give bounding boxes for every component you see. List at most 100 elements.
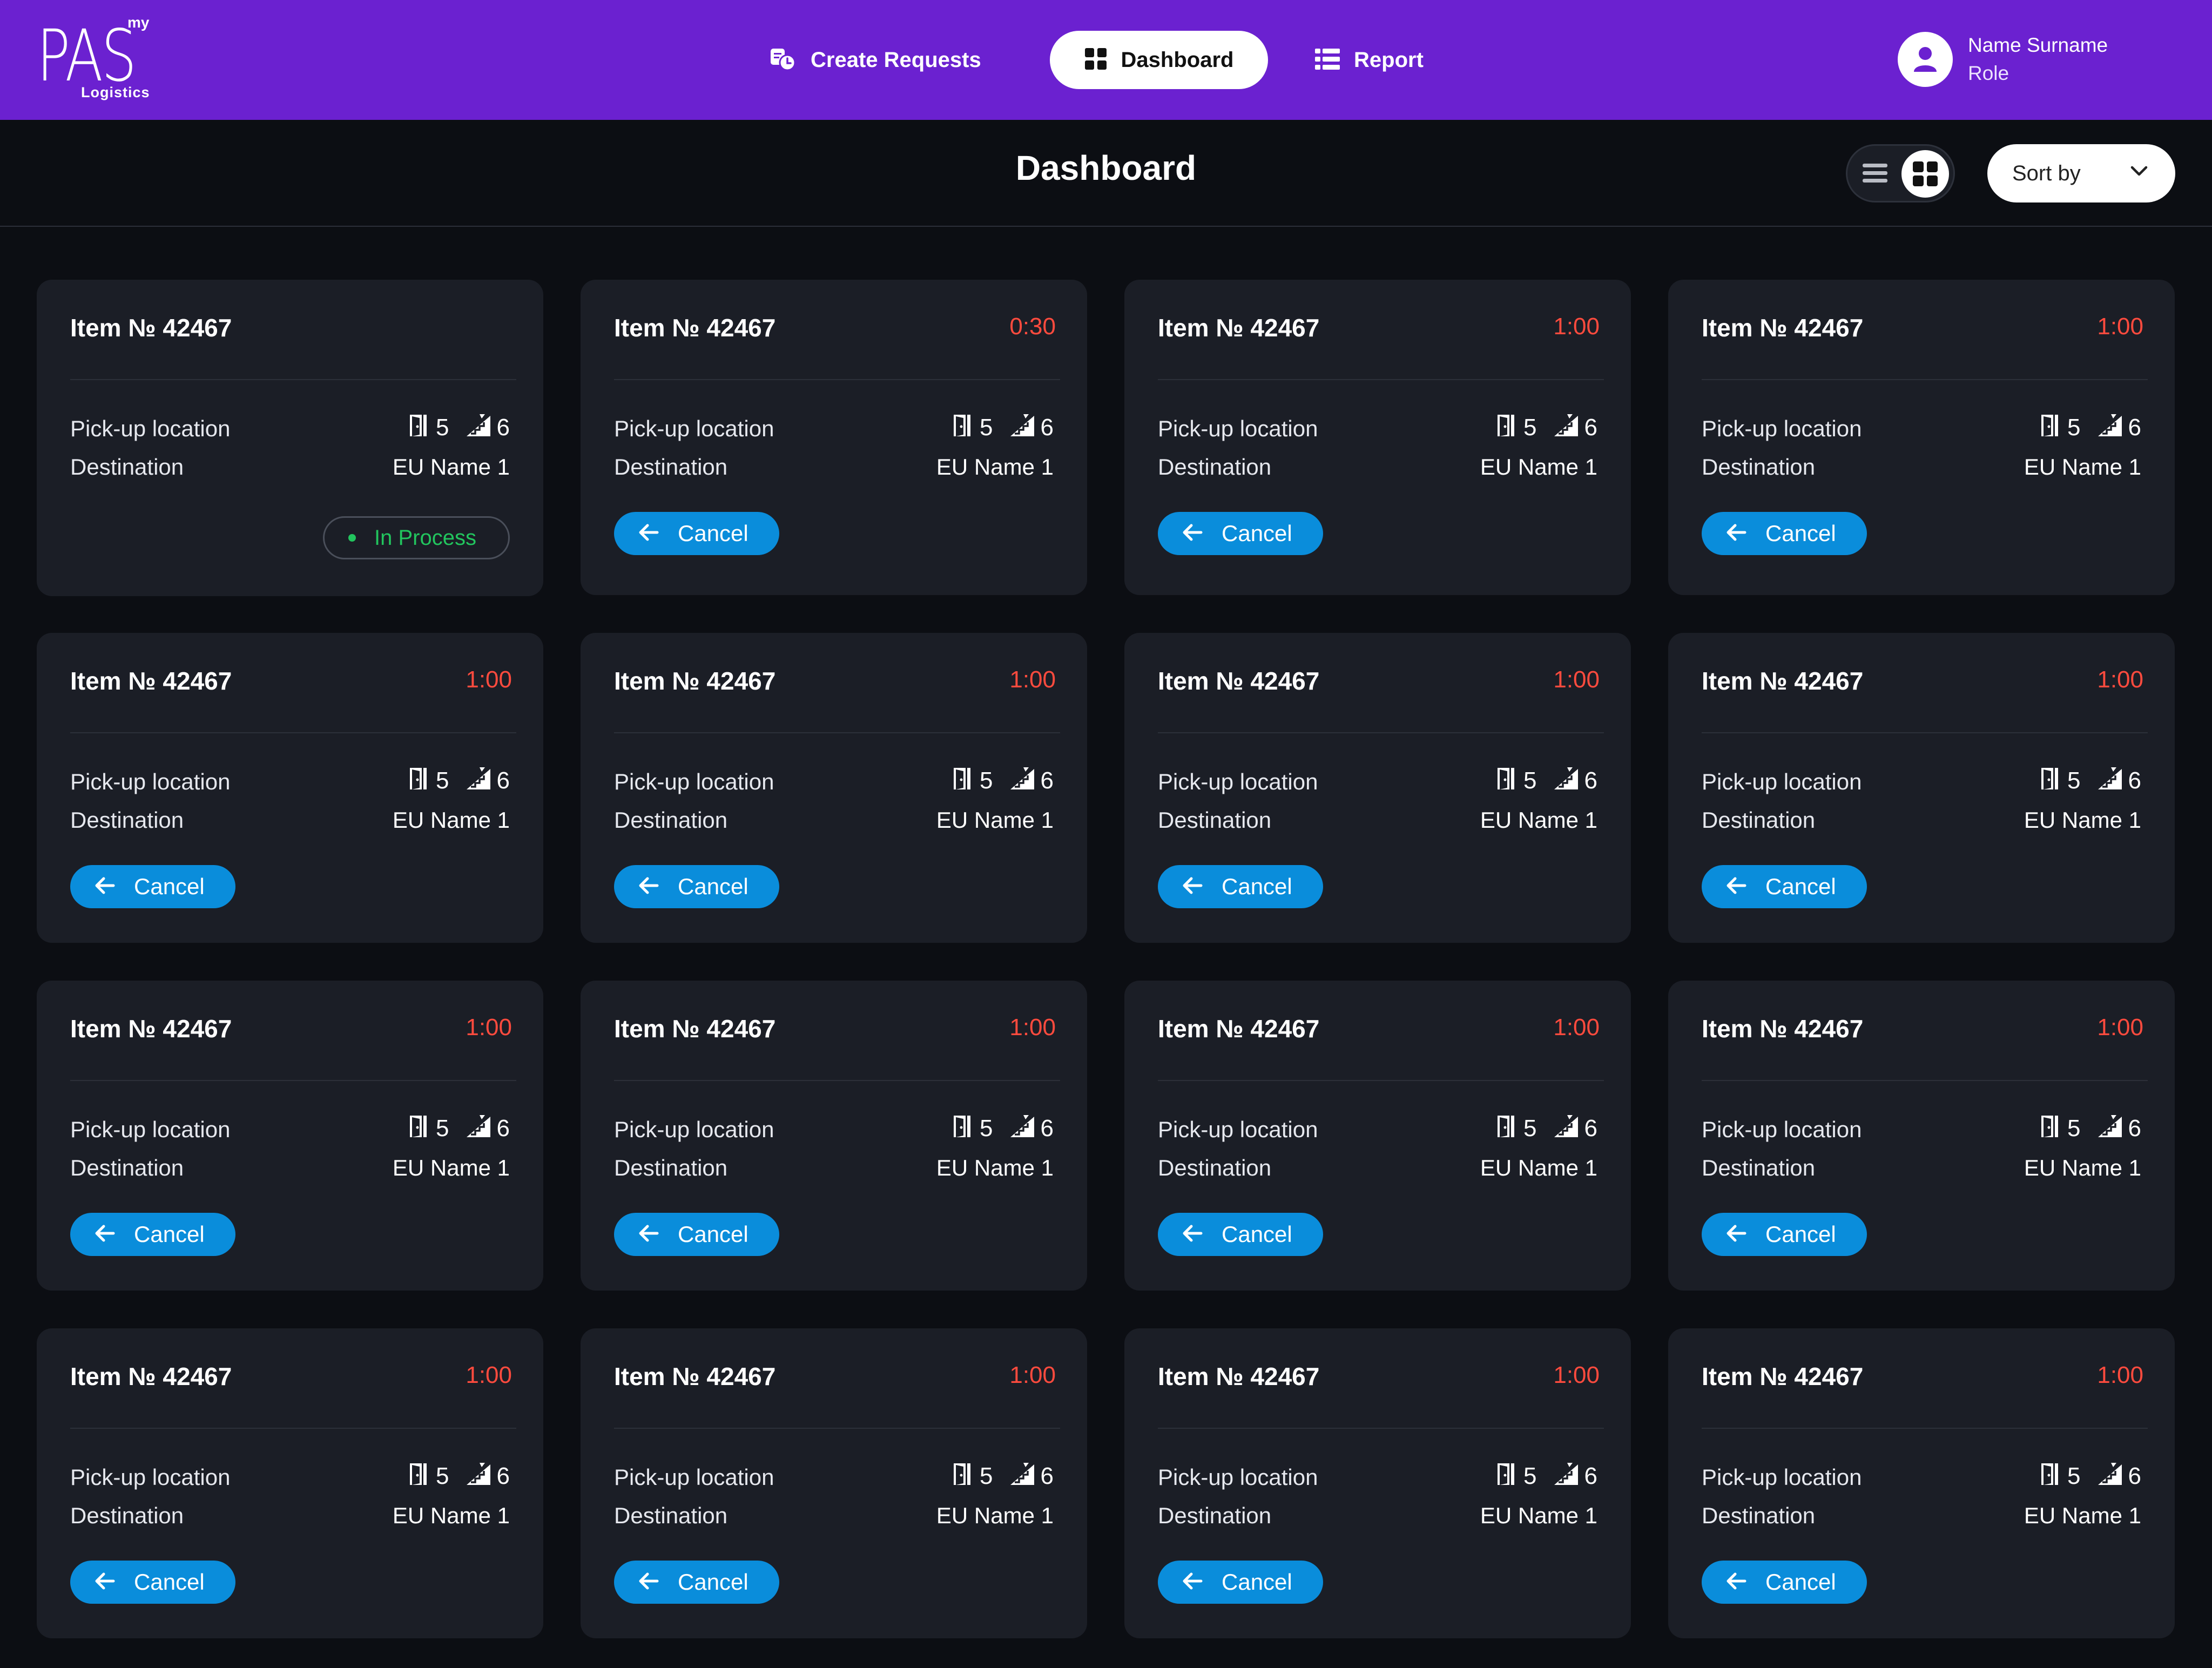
- request-card[interactable]: Item № 42467 1:00 Pick-up location Desti…: [1124, 280, 1631, 595]
- destination-label: Destination: [1158, 1155, 1272, 1180]
- request-card[interactable]: Item № 42467 1:00 Pick-up location Desti…: [37, 981, 543, 1291]
- stairs-icon: [2098, 1462, 2123, 1491]
- cancel-button[interactable]: Cancel: [614, 865, 779, 908]
- item-number: Item № 42467: [614, 667, 776, 695]
- request-card[interactable]: Item № 42467 1:00 Pick-up location Desti…: [581, 1328, 1087, 1638]
- cancel-button[interactable]: Cancel: [1702, 1213, 1867, 1256]
- item-number: Item № 42467: [614, 1015, 776, 1043]
- card-stats: 5 6: [409, 1461, 510, 1491]
- cancel-button-label: Cancel: [678, 1221, 748, 1247]
- user-profile[interactable]: Name Surname Role: [1898, 32, 2108, 87]
- cancel-button[interactable]: Cancel: [70, 1213, 235, 1256]
- nav-report[interactable]: Report: [1315, 31, 1424, 89]
- countdown-timer: 1:00: [2097, 1362, 2143, 1388]
- ramp-count: 6: [1040, 1115, 1054, 1142]
- cancel-button-label: Cancel: [134, 1569, 205, 1595]
- cancel-button-label: Cancel: [1222, 1569, 1292, 1595]
- cancel-button[interactable]: Cancel: [614, 1561, 779, 1604]
- cancel-button-label: Cancel: [1222, 1221, 1292, 1247]
- arrow-left-icon: [638, 1224, 659, 1245]
- card-divider: [1158, 732, 1604, 733]
- item-number: Item № 42467: [614, 1362, 776, 1390]
- ramp-count: 6: [496, 767, 510, 794]
- request-card[interactable]: Item № 42467 1:00 Pick-up location Desti…: [1124, 1328, 1631, 1638]
- cancel-button[interactable]: Cancel: [1702, 512, 1867, 555]
- cancel-button[interactable]: Cancel: [70, 1561, 235, 1604]
- request-card[interactable]: Item № 42467 1:00 Pick-up location Desti…: [1124, 633, 1631, 943]
- card-stats: 5 6: [953, 1113, 1054, 1144]
- request-card[interactable]: Item № 42467 1:00 Pick-up location Desti…: [1668, 981, 2175, 1291]
- eu-name: EU Name 1: [2024, 1503, 2141, 1528]
- request-card[interactable]: Item № 42467 1:00 Pick-up location Desti…: [1668, 280, 2175, 595]
- cancel-button-label: Cancel: [1765, 1221, 1836, 1247]
- request-card[interactable]: Item № 42467 1:00 Pick-up location Desti…: [581, 633, 1087, 943]
- cancel-button[interactable]: Cancel: [1158, 512, 1323, 555]
- cancel-button-label: Cancel: [134, 1221, 205, 1247]
- item-number: Item № 42467: [1158, 1015, 1320, 1043]
- cancel-button[interactable]: Cancel: [70, 865, 235, 908]
- stairs-icon: [1010, 1462, 1035, 1491]
- cancel-button[interactable]: Cancel: [1158, 1213, 1323, 1256]
- door-count: 5: [1523, 767, 1537, 794]
- destination-label: Destination: [1702, 807, 1816, 833]
- door-count: 5: [436, 414, 449, 441]
- door-icon: [409, 1114, 430, 1144]
- request-card[interactable]: Item № 42467 1:00 Pick-up location Desti…: [1668, 1328, 2175, 1638]
- eu-name: EU Name 1: [936, 1503, 1054, 1528]
- pickup-location-label: Pick-up location: [70, 1464, 231, 1490]
- ramp-count: 6: [2128, 414, 2141, 441]
- user-name: Name Surname: [1968, 34, 2108, 56]
- request-card[interactable]: Item № 42467 1:00 Pick-up location Desti…: [37, 633, 543, 943]
- eu-name: EU Name 1: [1480, 807, 1597, 833]
- cancel-button[interactable]: Cancel: [1158, 1561, 1323, 1604]
- request-card[interactable]: Item № 42467 1:00 Pick-up location Desti…: [581, 981, 1087, 1291]
- card-stats: 5 6: [953, 413, 1054, 443]
- app-logo[interactable]: PAS my Logistics: [37, 14, 161, 103]
- cancel-button[interactable]: Cancel: [1702, 865, 1867, 908]
- pickup-location-label: Pick-up location: [1158, 416, 1318, 441]
- card-divider: [614, 732, 1060, 733]
- request-card[interactable]: Item № 42467 Pick-up location Destinatio…: [37, 280, 543, 596]
- card-divider: [70, 732, 516, 733]
- pickup-location-label: Pick-up location: [614, 1117, 774, 1142]
- cancel-button-label: Cancel: [1222, 521, 1292, 546]
- request-card[interactable]: Item № 42467 0:30 Pick-up location Desti…: [581, 280, 1087, 595]
- request-card[interactable]: Item № 42467 1:00 Pick-up location Desti…: [1668, 633, 2175, 943]
- cancel-button-label: Cancel: [678, 1569, 748, 1595]
- cancel-button[interactable]: Cancel: [614, 512, 779, 555]
- card-stats: 5 6: [409, 766, 510, 796]
- card-divider: [70, 1428, 516, 1429]
- door-count: 5: [436, 767, 449, 794]
- nav-report-label: Report: [1354, 48, 1424, 72]
- request-card[interactable]: Item № 42467 1:00 Pick-up location Desti…: [37, 1328, 543, 1638]
- destination-label: Destination: [70, 454, 184, 480]
- card-divider: [1158, 1080, 1604, 1081]
- eu-name: EU Name 1: [2024, 807, 2141, 833]
- cancel-button-label: Cancel: [1222, 874, 1292, 899]
- view-toggle[interactable]: [1846, 144, 1955, 202]
- arrow-left-icon: [1182, 876, 1203, 897]
- nav-dashboard[interactable]: Dashboard: [1050, 31, 1268, 89]
- sort-by-dropdown[interactable]: Sort by: [1987, 144, 2175, 202]
- arrow-left-icon: [1182, 1224, 1203, 1245]
- eu-name: EU Name 1: [936, 454, 1054, 480]
- cancel-button[interactable]: Cancel: [1158, 865, 1323, 908]
- item-number: Item № 42467: [1158, 667, 1320, 695]
- countdown-timer: 1:00: [1553, 666, 1600, 693]
- cancel-button[interactable]: Cancel: [614, 1213, 779, 1256]
- door-icon: [2040, 1114, 2062, 1144]
- item-number: Item № 42467: [1158, 314, 1320, 342]
- door-count: 5: [2067, 1463, 2081, 1489]
- nav-create-requests[interactable]: Create Requests: [770, 31, 981, 89]
- cancel-button[interactable]: Cancel: [1702, 1561, 1867, 1604]
- status-dot-icon: [348, 534, 356, 542]
- countdown-timer: 0:30: [1009, 313, 1056, 340]
- grid-view-icon[interactable]: [1901, 150, 1949, 198]
- pickup-location-label: Pick-up location: [1702, 769, 1862, 794]
- eu-name: EU Name 1: [1480, 1503, 1597, 1528]
- request-card[interactable]: Item № 42467 1:00 Pick-up location Desti…: [1124, 981, 1631, 1291]
- stairs-icon: [466, 1114, 491, 1144]
- list-view-icon[interactable]: [1859, 158, 1891, 189]
- eu-name: EU Name 1: [392, 807, 510, 833]
- pickup-location-label: Pick-up location: [1702, 1464, 1862, 1490]
